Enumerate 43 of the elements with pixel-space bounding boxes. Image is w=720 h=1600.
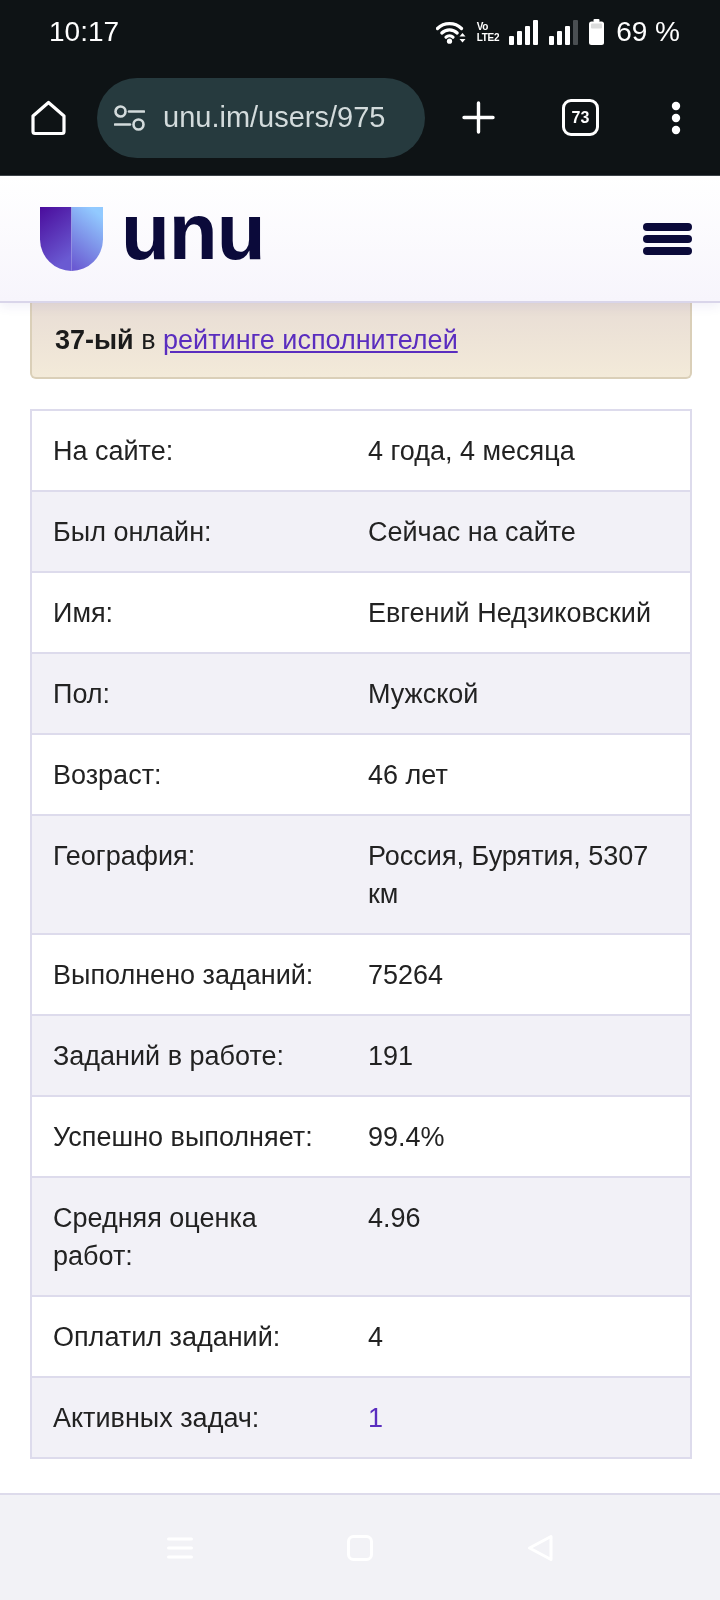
label-text: Активных задач: — [52, 1402, 261, 1435]
label-text: Пол: — [52, 678, 112, 711]
label-text: Был онлайн: — [52, 516, 213, 549]
label-text: Имя: — [52, 597, 115, 630]
value-text: Россия, Бурятия, 5307 км — [368, 840, 650, 911]
signal-icon — [509, 19, 540, 45]
address-bar[interactable]: unu.im/users/975 — [97, 77, 425, 158]
rating-link[interactable]: рейтинге исполнителей — [163, 324, 458, 355]
value-text: 4 — [368, 1321, 385, 1354]
label-text: Выполнено заданий: — [52, 959, 315, 992]
logo-icon — [40, 206, 103, 271]
value-text: Сейчас на сайте — [368, 516, 577, 549]
battery-percent: 69 % — [616, 16, 680, 48]
value-text: Евгений Недзиковский — [368, 597, 652, 630]
value-text: 4.96 — [368, 1202, 422, 1235]
value-text: 46 лет — [368, 759, 449, 792]
label-text: Средняя оценка работ: — [52, 1202, 258, 1273]
volte-indicator: Vo LTE2 — [476, 21, 500, 43]
label-text: География: — [52, 840, 197, 873]
value-text: 191 — [368, 1040, 415, 1073]
tabs-button[interactable]: 73 — [562, 99, 599, 136]
label-text: Заданий в работе: — [52, 1040, 286, 1073]
value-text: Мужской — [368, 678, 480, 711]
label-text: Возраст: — [52, 759, 163, 792]
rating-text: 37-ый в рейтинге исполнителей — [55, 324, 458, 356]
label-text: Оплатил заданий: — [52, 1321, 282, 1354]
battery-icon — [589, 19, 605, 45]
url-text: unu.im/users/975 — [163, 101, 386, 134]
menu-icon[interactable] — [643, 222, 692, 255]
value-text: 99.4% — [368, 1121, 446, 1154]
signal-icon — [549, 19, 580, 45]
value-text: 4 года, 4 месяца — [368, 435, 576, 468]
home-icon[interactable] — [30, 99, 67, 136]
wifi-icon — [435, 20, 467, 44]
tune-icon[interactable] — [114, 104, 145, 131]
value-text: 75264 — [368, 959, 445, 992]
label-text: Успешно выполняет: — [52, 1121, 314, 1154]
more-options-icon[interactable] — [671, 100, 681, 135]
value-link[interactable]: 1 — [368, 1399, 384, 1437]
clock-time: 10:17 — [49, 16, 120, 48]
plus-icon[interactable] — [462, 101, 495, 134]
logo-text[interactable]: unu — [121, 191, 265, 272]
label-text: На сайте: — [52, 435, 175, 468]
